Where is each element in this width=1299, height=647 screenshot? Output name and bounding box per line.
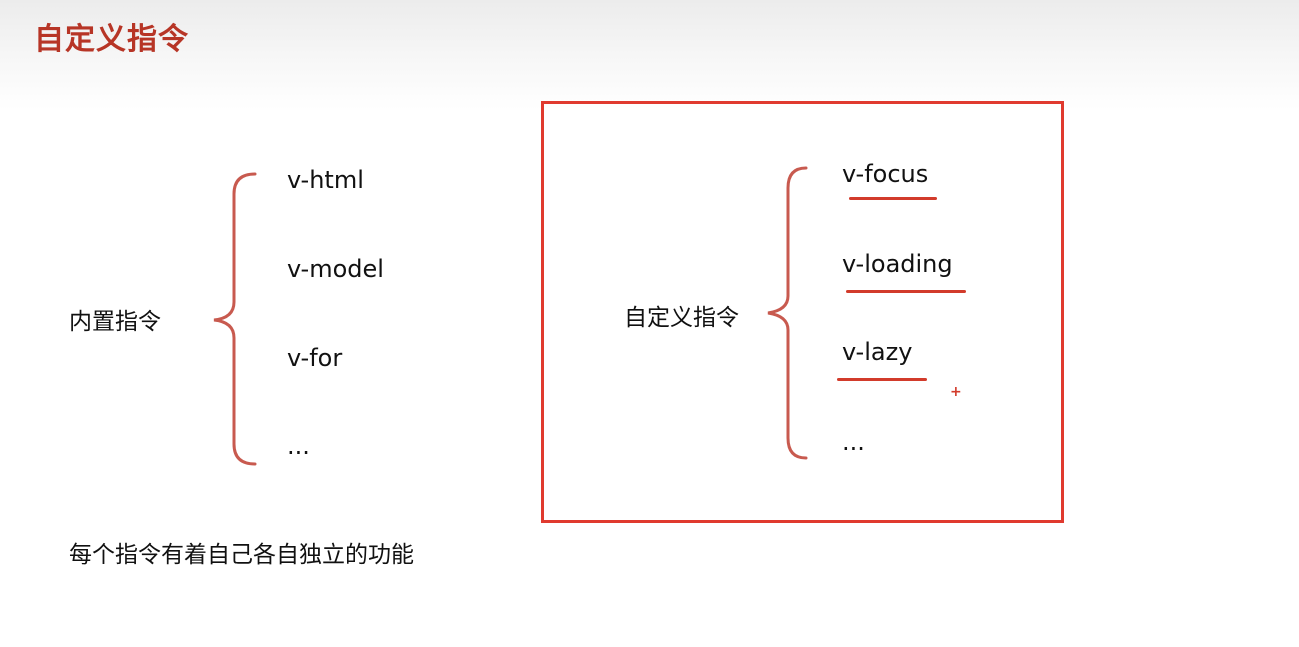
v-loading-underline [846,290,966,293]
builtin-item-ellipsis: ... [287,432,310,460]
builtin-item-v-model: v-model [287,255,384,283]
custom-brace [767,166,808,460]
builtin-brace [213,172,257,466]
slide: 自定义指令 内置指令 v-html v-model v-for ... 自定义指… [0,0,1299,647]
custom-item-ellipsis: ... [842,428,865,456]
v-lazy-underline [837,378,927,381]
slide-title: 自定义指令 [34,22,189,57]
builtin-label: 内置指令 [69,309,161,335]
custom-label: 自定义指令 [624,305,739,331]
builtin-item-v-html: v-html [287,166,364,194]
plus-mark: + [950,384,962,400]
v-focus-underline [849,197,937,200]
custom-item-v-loading: v-loading [842,250,953,278]
custom-item-v-lazy: v-lazy [842,338,913,366]
header-band [0,0,1299,110]
custom-item-v-focus: v-focus [842,160,929,188]
footer-text: 每个指令有着自己各自独立的功能 [69,542,414,568]
custom-directives-highlight-box [541,101,1064,523]
builtin-item-v-for: v-for [287,344,343,372]
